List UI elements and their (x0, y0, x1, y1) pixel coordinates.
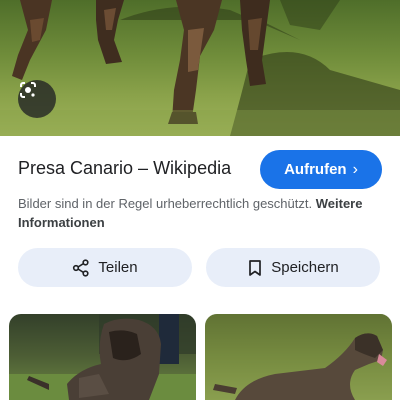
related-image-thumbnail[interactable] (9, 314, 196, 400)
related-image-thumbnail[interactable] (205, 314, 392, 400)
save-button[interactable]: Speichern (206, 248, 380, 287)
notice-text: Bilder sind in der Regel urheberrechtlic… (18, 196, 313, 211)
brindle-dog-photo (205, 314, 392, 400)
google-lens-icon (20, 82, 36, 98)
share-button[interactable]: Teilen (18, 248, 192, 287)
chevron-right-icon: › (352, 160, 358, 178)
copyright-notice: Bilder sind in der Regel urheberrechtlic… (18, 194, 382, 232)
lens-button[interactable] (18, 80, 56, 118)
brindle-dog-photo (9, 314, 196, 400)
save-button-label: Speichern (271, 259, 339, 276)
visit-button[interactable]: Aufrufen › (260, 150, 382, 189)
hero-image[interactable] (0, 0, 400, 136)
dog-legs-photo (0, 0, 400, 136)
share-button-label: Teilen (98, 259, 138, 276)
bookmark-icon (249, 259, 262, 276)
result-title[interactable]: Presa Canario – Wikipedia (18, 158, 231, 179)
share-icon (73, 258, 89, 277)
visit-button-label: Aufrufen (284, 161, 347, 178)
